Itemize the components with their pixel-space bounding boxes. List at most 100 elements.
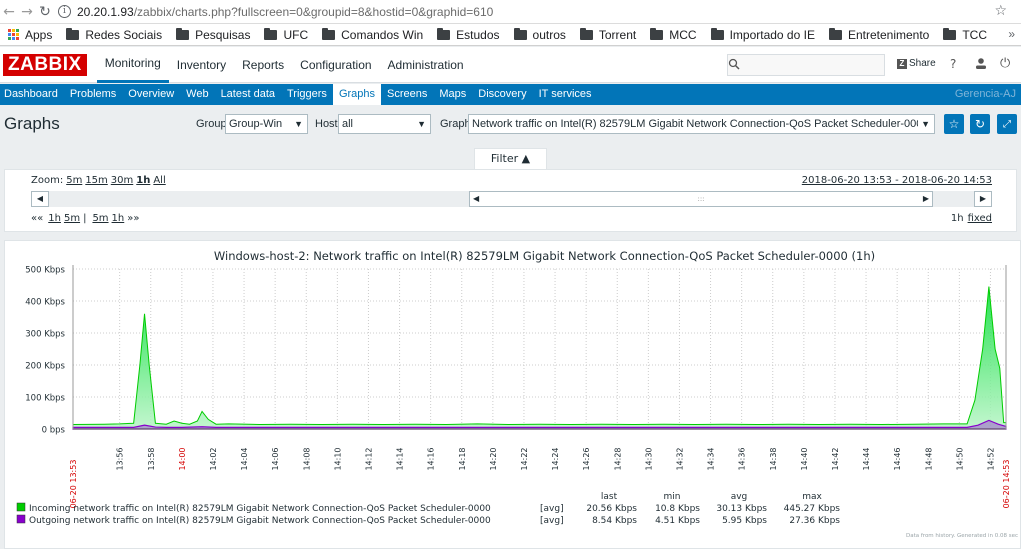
x-tick-label: 14:38 — [769, 447, 778, 470]
zoom-row: Zoom: 5m 15m 30m 1h All — [31, 175, 166, 186]
bookmark-item[interactable]: Entretenimento — [828, 27, 929, 42]
legend-value: 5.95 Kbps — [722, 516, 767, 526]
nav-row: «« 1h 5m | 5m 1h»» — [31, 213, 140, 224]
sub-menu-item[interactable]: Discovery — [472, 84, 532, 105]
user-icon[interactable] — [975, 57, 987, 70]
legend-value: 10.8 Kbps — [655, 504, 700, 514]
x-tick-label: 14:28 — [613, 447, 622, 470]
sub-menu-item[interactable]: Problems — [64, 84, 122, 105]
graph-footer-note: Data from history. Generated in 0.08 sec — [906, 533, 1018, 539]
bookmark-label: Redes Sociais — [85, 27, 163, 42]
x-tick-label: 14:46 — [893, 447, 902, 470]
scroll-right-button[interactable]: ▶ — [974, 191, 992, 207]
bookmark-item[interactable]: UFC — [264, 27, 308, 42]
group-select[interactable]: Group-Win ▼ — [225, 114, 308, 134]
bookmark-item[interactable]: TCC — [943, 27, 987, 42]
bookmark-item[interactable]: Redes Sociais — [66, 27, 163, 42]
bookmark-item[interactable]: Pesquisas — [176, 27, 251, 42]
folder-icon — [710, 27, 724, 40]
top-menu-item[interactable]: Reports — [234, 47, 292, 83]
sub-menu: Dashboard Problems Overview Web Latest data T… — [0, 84, 1021, 105]
legend-header: min — [664, 492, 681, 502]
top-menu-item[interactable]: Monitoring — [96, 47, 169, 83]
sub-menu-item[interactable]: Overview — [122, 84, 180, 105]
x-tick-label: 14:24 — [551, 447, 560, 470]
bookmark-label: Torrent — [598, 27, 637, 42]
legend-swatch — [16, 502, 26, 512]
bookmark-label: Apps — [25, 27, 53, 42]
fixed-link[interactable]: fixed — [968, 213, 992, 224]
bookmark-label: Pesquisas — [195, 27, 251, 42]
nav-back-link[interactable]: 1h — [48, 213, 61, 224]
search-input[interactable] — [727, 54, 885, 76]
zoom-option[interactable]: All — [153, 175, 165, 186]
bookmark-item[interactable]: Apps — [8, 28, 52, 42]
left-arrow-icon[interactable]: ◀ — [473, 192, 479, 206]
nav-forward-link[interactable]: »» — [127, 213, 139, 224]
x-tick-label: 14:40 — [800, 447, 809, 470]
help-icon[interactable]: ? — [950, 57, 956, 71]
zabbix-header: ZABBIX Monitoring Inventory Reports Configu… — [0, 47, 1021, 83]
top-menu-item[interactable]: Administration — [380, 47, 472, 83]
search-icon[interactable] — [728, 58, 740, 70]
sub-menu-item[interactable]: IT services — [533, 84, 598, 105]
nav-forward-link[interactable]: 1h — [112, 213, 125, 224]
zoom-option[interactable]: 30m — [111, 175, 133, 186]
zoom-label: Zoom: — [31, 175, 64, 186]
sub-menu-item[interactable]: Web — [180, 84, 214, 105]
refresh-button[interactable]: ↻ — [970, 114, 990, 134]
server-name: Gerencia-AJ — [954, 88, 1016, 100]
bookmark-item[interactable]: outros — [513, 27, 566, 42]
filter-tab[interactable]: Filter ▲ — [474, 148, 547, 170]
sub-menu-item[interactable]: Latest data — [215, 84, 281, 105]
bookmark-item[interactable]: Comandos Win — [322, 27, 423, 42]
forward-icon[interactable]: → — [18, 0, 36, 24]
bookmark-item[interactable]: Importado do IE — [710, 27, 815, 42]
bookmark-star-icon[interactable]: ☆ — [994, 3, 1007, 19]
reload-icon[interactable]: ↻ — [36, 0, 54, 24]
nav-back-link[interactable]: «« — [31, 213, 43, 224]
sub-menu-item[interactable]: Triggers — [281, 84, 333, 105]
url-field[interactable]: i 20.20.1.93 /zabbix/charts.php?fullscre… — [58, 2, 493, 22]
bookmark-item[interactable]: MCC — [650, 27, 697, 42]
sub-menu-item[interactable]: Screens — [381, 84, 433, 105]
sub-menu-item[interactable]: Dashboard — [0, 84, 64, 105]
zoom-option[interactable]: 1h — [136, 175, 150, 186]
filter-panel: Zoom: 5m 15m 30m 1h All 2018-06-20 13:53 - 20… — [4, 169, 1017, 232]
timeline-thumb[interactable]: ◀ ::: ▶ — [469, 191, 933, 207]
bookmark-item[interactable]: Estudos — [437, 27, 500, 42]
x-tick-label: 14:42 — [831, 447, 840, 470]
share-button[interactable]: Z Share — [897, 58, 936, 69]
zoom-option[interactable]: 5m — [66, 175, 82, 186]
x-tick-label: 14:16 — [427, 447, 436, 470]
favourite-button[interactable]: ☆ — [944, 114, 964, 134]
host-select[interactable]: all ▼ — [338, 114, 431, 134]
bookmark-item[interactable]: Torrent — [579, 27, 637, 42]
right-arrow-icon[interactable]: ▶ — [923, 192, 929, 206]
legend-value: 27.36 Kbps — [789, 516, 840, 526]
scroll-left-button[interactable]: ◀ — [31, 191, 49, 207]
zoom-option[interactable]: 15m — [85, 175, 107, 186]
back-icon[interactable]: ← — [0, 0, 18, 24]
top-menu-item[interactable]: Inventory — [169, 47, 234, 83]
sub-menu-item[interactable]: Graphs — [332, 84, 382, 105]
group-label: Group — [196, 118, 227, 130]
sign-out-icon[interactable]: ⏻ — [1000, 56, 1010, 71]
x-tick-label: 14:30 — [644, 447, 653, 470]
nav-forward-link[interactable]: 5m — [92, 213, 108, 224]
x-tick-label: 14:02 — [209, 447, 218, 470]
left-arrow-icon: ◀ — [36, 194, 44, 203]
x-tick-label: 14:10 — [333, 447, 342, 470]
graph-select[interactable]: Network traffic on Intel(R) 82579LM Giga… — [468, 114, 935, 134]
sub-menu-item[interactable]: Maps — [433, 84, 472, 105]
more-bookmarks-icon[interactable]: » — [1008, 27, 1015, 41]
info-icon[interactable]: i — [58, 5, 71, 18]
top-menu: Monitoring Inventory Reports Configuration A… — [96, 47, 472, 83]
fullscreen-button[interactable]: ⤢ — [997, 114, 1017, 134]
nav-back-link[interactable]: 5m — [64, 213, 80, 224]
y-tick-label: 500 Kbps — [25, 266, 65, 276]
zabbix-logo[interactable]: ZABBIX — [3, 53, 87, 76]
x-tick-label: 14:12 — [364, 447, 373, 470]
top-menu-item[interactable]: Configuration — [292, 47, 379, 83]
right-arrow-icon: ▶ — [979, 194, 987, 203]
